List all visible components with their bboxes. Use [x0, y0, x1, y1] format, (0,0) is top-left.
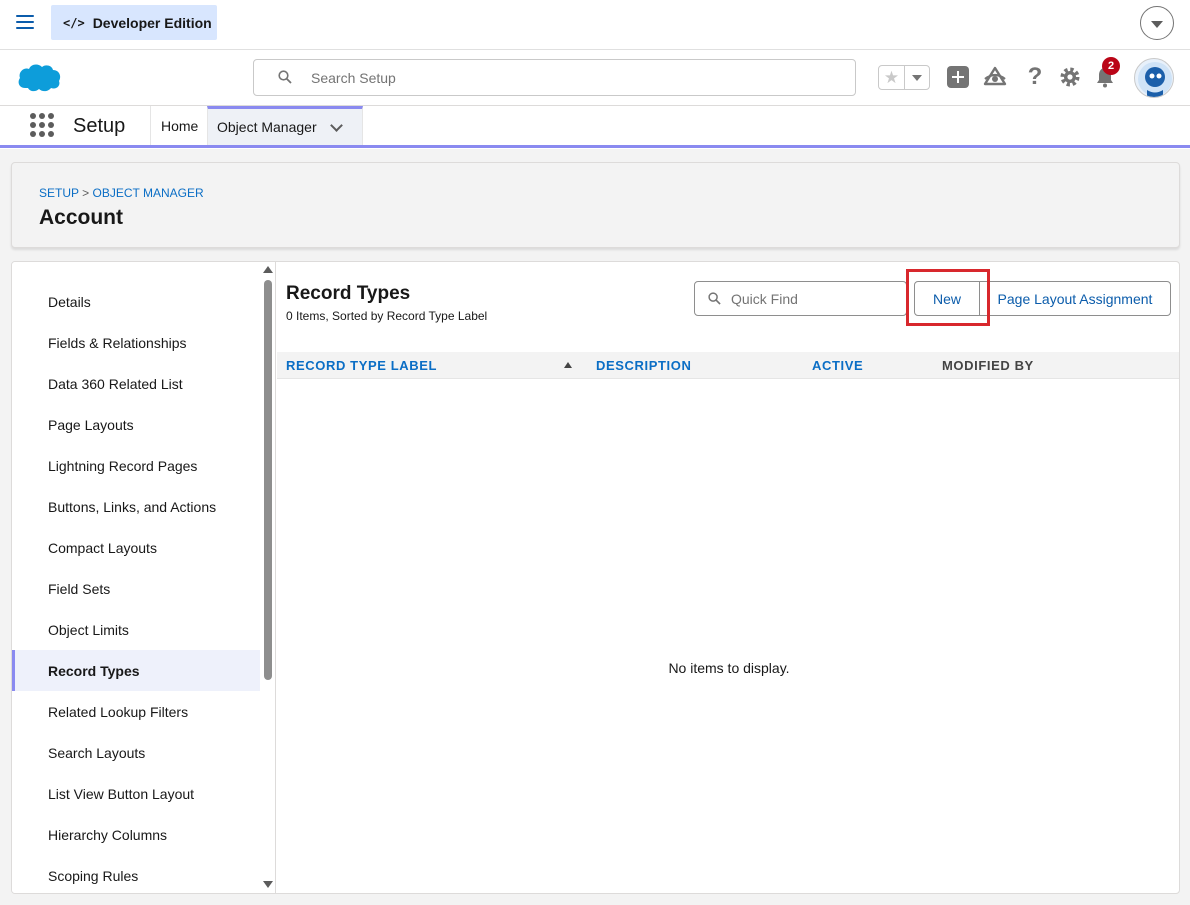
page-header: SETUP > OBJECT MANAGER Account — [11, 162, 1180, 248]
main-panel: Details Fields & Relationships Data 360 … — [11, 261, 1180, 894]
sidebar-item-scoping-rules[interactable]: Scoping Rules — [12, 855, 260, 893]
page-layout-assignment-button[interactable]: Page Layout Assignment — [979, 281, 1171, 316]
star-icon[interactable]: ★ — [879, 66, 905, 89]
section-subtitle: 0 Items, Sorted by Record Type Label — [286, 309, 488, 323]
sidebar-item-buttons-links-actions[interactable]: Buttons, Links, and Actions — [12, 486, 260, 527]
sidebar-item-search-layouts[interactable]: Search Layouts — [12, 732, 260, 773]
page-title: Account — [39, 206, 123, 229]
sort-ascending-icon[interactable] — [564, 362, 572, 368]
astro-avatar-icon — [1138, 62, 1172, 97]
tab-object-manager-label: Object Manager — [217, 119, 317, 135]
sidebar-item-data-360-related-list[interactable]: Data 360 Related List — [12, 363, 260, 404]
chevron-down-icon[interactable] — [330, 119, 343, 132]
tab-home[interactable]: Home — [150, 106, 208, 145]
global-actions-button[interactable] — [945, 64, 971, 90]
scrollbar-thumb[interactable] — [264, 280, 272, 680]
sidebar-item-hierarchy-columns[interactable]: Hierarchy Columns — [12, 814, 260, 855]
top-dropdown-button[interactable] — [1140, 6, 1174, 40]
help-icon[interactable]: ? — [1022, 63, 1048, 90]
salesforce-logo[interactable] — [16, 60, 62, 94]
edition-label: Developer Edition — [92, 14, 212, 31]
global-header: Search Setup ★ ? — [0, 50, 1190, 106]
favorites-dropdown[interactable] — [905, 66, 929, 89]
favorites-button-group: ★ — [878, 65, 930, 90]
notification-badge: 2 — [1102, 57, 1120, 75]
avatar[interactable] — [1134, 58, 1174, 98]
search-icon — [708, 292, 721, 305]
scroll-up-icon[interactable] — [263, 266, 273, 273]
trailhead-icon — [983, 66, 1007, 86]
sidebar-item-related-lookup-filters[interactable]: Related Lookup Filters — [12, 691, 260, 732]
app-navigation: Setup Home Object Manager — [0, 106, 1190, 148]
object-sidebar: Details Fields & Relationships Data 360 … — [12, 262, 276, 893]
sidebar-item-fields-relationships[interactable]: Fields & Relationships — [12, 322, 260, 363]
plus-icon — [947, 66, 969, 88]
quick-find-placeholder: Quick Find — [731, 291, 798, 307]
sidebar-item-details[interactable]: Details — [12, 281, 260, 322]
section-title: Record Types — [286, 283, 411, 304]
search-input[interactable]: Search Setup — [253, 59, 856, 96]
developer-edition-badge[interactable]: </> Developer Edition — [51, 5, 217, 40]
sidebar-scrollbar[interactable] — [262, 262, 274, 893]
code-icon: </> — [63, 15, 85, 30]
sidebar-item-field-sets[interactable]: Field Sets — [12, 568, 260, 609]
column-header-description[interactable]: DESCRIPTION — [596, 358, 691, 373]
sidebar-item-page-layouts[interactable]: Page Layouts — [12, 404, 260, 445]
sidebar-item-list-view-button-layout[interactable]: List View Button Layout — [12, 773, 260, 814]
column-header-modified-by: MODIFIED BY — [942, 358, 1034, 373]
app-launcher-icon[interactable] — [30, 113, 54, 137]
sidebar-item-object-limits[interactable]: Object Limits — [12, 609, 260, 650]
search-placeholder: Search Setup — [311, 70, 396, 86]
breadcrumb-object-manager[interactable]: OBJECT MANAGER — [93, 186, 204, 200]
column-header-active[interactable]: ACTIVE — [812, 358, 863, 373]
sidebar-item-lightning-record-pages[interactable]: Lightning Record Pages — [12, 445, 260, 486]
scroll-down-icon[interactable] — [263, 881, 273, 888]
breadcrumb-setup[interactable]: SETUP — [39, 186, 79, 200]
setup-gear-button[interactable] — [1057, 64, 1083, 90]
chevron-down-icon — [912, 74, 922, 81]
sidebar-item-compact-layouts[interactable]: Compact Layouts — [12, 527, 260, 568]
app-name: Setup — [73, 115, 126, 137]
gear-icon — [1060, 67, 1080, 87]
breadcrumb-separator: > — [82, 186, 90, 200]
chevron-down-icon — [1151, 20, 1163, 28]
tab-object-manager[interactable]: Object Manager — [207, 106, 363, 145]
sidebar-item-record-types[interactable]: Record Types — [12, 650, 260, 691]
menu-icon[interactable] — [16, 15, 34, 31]
highlight-annotation — [906, 269, 990, 326]
column-header-record-type-label[interactable]: RECORD TYPE LABEL — [286, 358, 437, 373]
breadcrumb: SETUP > OBJECT MANAGER — [39, 186, 204, 200]
trailhead-button[interactable] — [982, 64, 1008, 90]
quick-find-input[interactable]: Quick Find — [694, 281, 907, 316]
empty-state-message: No items to display. — [668, 660, 790, 676]
top-bar: </> Developer Edition — [0, 0, 1190, 50]
table-header: RECORD TYPE LABEL DESCRIPTION ACTIVE MOD… — [277, 352, 1179, 379]
search-icon — [278, 70, 292, 84]
